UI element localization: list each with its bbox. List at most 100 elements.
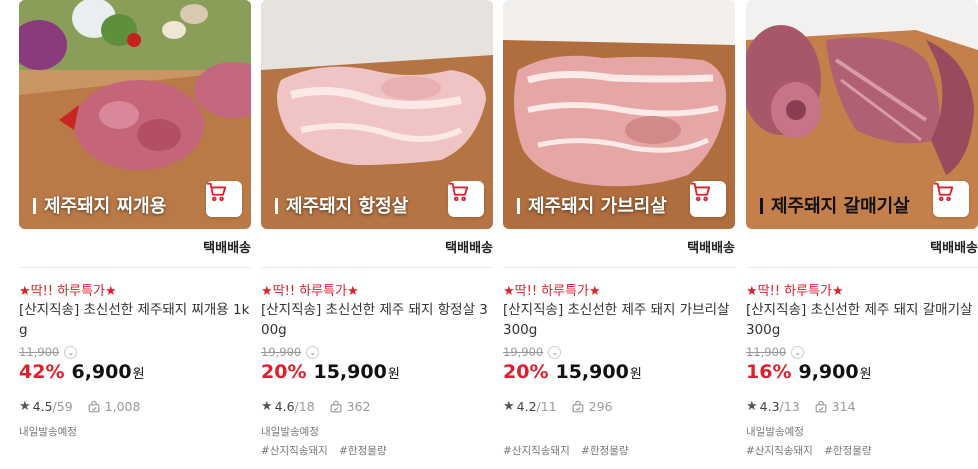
review-count: 13	[783, 399, 800, 414]
add-to-cart-button[interactable]	[448, 181, 484, 217]
shipping-label: 택배배송	[687, 241, 735, 256]
shopping-bag-icon	[815, 400, 827, 412]
star-icon: ★	[503, 399, 515, 414]
review-count: 11	[540, 399, 557, 414]
product-image[interactable]: 제주돼지 가브리살	[503, 0, 735, 229]
product-image[interactable]: 제주돼지 갈매기살	[746, 0, 978, 229]
tag[interactable]: #산지직송돼지	[746, 445, 813, 457]
product-name[interactable]: [산지직송] 초신선한 제주 돼지 항정살 300g	[261, 300, 493, 340]
tag[interactable]: #산지직송돼지	[261, 445, 328, 457]
purchase-count: 296	[588, 399, 613, 414]
rating-row: ★ 4.6 / 18 362	[261, 399, 371, 414]
purchase-count: 1,008	[104, 399, 141, 414]
original-price-row: 11,900 ⌄	[746, 345, 805, 359]
purchase-count: 314	[831, 399, 856, 414]
sale-price: 9,900	[798, 361, 859, 383]
rating-row: ★ 4.3 / 13 314	[746, 399, 856, 414]
shopping-bag-icon	[572, 400, 584, 412]
shipping-label: 택배배송	[203, 241, 251, 256]
chevron-down-icon[interactable]: ⌄	[64, 345, 78, 359]
sale-price: 6,900	[71, 361, 132, 383]
rating-row: ★ 4.5 / 59 1,008	[19, 399, 141, 414]
discount-rate: 16%	[746, 361, 792, 383]
price-row: 20% 15,900 원	[261, 361, 400, 383]
chevron-down-icon[interactable]: ⌄	[791, 345, 805, 359]
product-name[interactable]: [산지직송] 초신선한 제주 돼지 가브리살 300g	[503, 300, 735, 340]
product-card[interactable]: 제주돼지 찌개용 택배배송 ★딱!! 하루특가★ [산지직송] 초신선한 제주돼…	[19, 0, 251, 469]
product-image[interactable]: 제주돼지 찌개용	[19, 0, 251, 229]
add-to-cart-button[interactable]	[933, 181, 969, 217]
thumb-title: 제주돼지 가브리살	[517, 192, 667, 218]
sale-price: 15,900	[555, 361, 629, 383]
star-icon: ★	[261, 399, 273, 414]
price-row: 42% 6,900 원	[19, 361, 145, 383]
product-grid: 제주돼지 찌개용 택배배송 ★딱!! 하루특가★ [산지직송] 초신선한 제주돼…	[0, 0, 978, 469]
shipping-label: 택배배송	[930, 241, 978, 256]
price-row: 16% 9,900 원	[746, 361, 872, 383]
original-price-row: 19,900 ⌄	[261, 345, 320, 359]
promo-text: ★딱!! 하루특가★	[746, 284, 844, 299]
sale-price: 15,900	[313, 361, 387, 383]
rating-value: 4.2	[516, 399, 537, 414]
original-price: 11,900	[19, 345, 60, 359]
cart-icon	[690, 182, 711, 202]
discount-rate: 42%	[19, 361, 65, 383]
product-name[interactable]: [산지직송] 초신선한 제주돼지 찌개용 1kg	[19, 300, 251, 340]
delivery-info: 내일발송예정	[19, 426, 77, 438]
delivery-info: 내일발송예정	[261, 426, 319, 438]
tag[interactable]: #한정물량	[824, 445, 871, 457]
cart-icon	[448, 182, 469, 202]
chevron-down-icon[interactable]: ⌄	[306, 345, 320, 359]
original-price: 19,900	[261, 345, 302, 359]
promo-text: ★딱!! 하루특가★	[19, 284, 117, 299]
original-price-row: 11,900 ⌄	[19, 345, 78, 359]
divider	[261, 267, 493, 268]
original-price: 11,900	[746, 345, 787, 359]
currency: 원	[132, 367, 145, 382]
divider	[746, 267, 978, 268]
product-card[interactable]: 제주돼지 항정살 택배배송 ★딱!! 하루특가★ [산지직송] 초신선한 제주 …	[261, 0, 493, 469]
rating-value: 4.5	[32, 399, 53, 414]
tag-list: #산지직송돼지 #한정물량	[261, 443, 395, 458]
rating-row: ★ 4.2 / 11 296	[503, 399, 613, 414]
product-card[interactable]: 제주돼지 갈매기살 택배배송 ★딱!! 하루특가★ [산지직송] 초신선한 제주…	[746, 0, 978, 469]
rating-value: 4.3	[759, 399, 780, 414]
currency: 원	[629, 367, 642, 382]
discount-rate: 20%	[261, 361, 307, 383]
tag[interactable]: #한정물량	[339, 445, 386, 457]
product-name[interactable]: [산지직송] 초신선한 제주 돼지 갈매기살 300g	[746, 300, 978, 340]
thumb-title: 제주돼지 항정살	[275, 192, 408, 218]
discount-rate: 20%	[503, 361, 549, 383]
add-to-cart-button[interactable]	[206, 181, 242, 217]
product-image[interactable]: 제주돼지 항정살	[261, 0, 493, 229]
shopping-bag-icon	[88, 400, 100, 412]
promo-text: ★딱!! 하루특가★	[261, 284, 359, 299]
currency: 원	[387, 367, 400, 382]
divider	[503, 267, 735, 268]
price-row: 20% 15,900 원	[503, 361, 642, 383]
thumb-title: 제주돼지 갈매기살	[760, 192, 910, 218]
divider	[19, 267, 251, 268]
star-icon: ★	[746, 399, 758, 414]
original-price-row: 19,900 ⌄	[503, 345, 562, 359]
tag-list: #산지직송돼지 #한정물량	[503, 443, 637, 458]
purchase-count: 362	[346, 399, 371, 414]
rating-value: 4.6	[274, 399, 295, 414]
chevron-down-icon[interactable]: ⌄	[548, 345, 562, 359]
currency: 원	[859, 367, 872, 382]
shipping-label: 택배배송	[445, 241, 493, 256]
star-icon: ★	[19, 399, 31, 414]
tag-list: #산지직송돼지 #한정물량	[746, 443, 880, 458]
promo-text: ★딱!! 하루특가★	[503, 284, 601, 299]
cart-icon	[206, 182, 227, 202]
tag[interactable]: #산지직송돼지	[503, 445, 570, 457]
review-count: 18	[298, 399, 315, 414]
tag[interactable]: #한정물량	[581, 445, 628, 457]
thumb-title: 제주돼지 찌개용	[33, 192, 166, 218]
review-count: 59	[56, 399, 73, 414]
add-to-cart-button[interactable]	[690, 181, 726, 217]
original-price: 19,900	[503, 345, 544, 359]
cart-icon	[933, 182, 954, 202]
product-card[interactable]: 제주돼지 가브리살 택배배송 ★딱!! 하루특가★ [산지직송] 초신선한 제주…	[503, 0, 735, 469]
shopping-bag-icon	[330, 400, 342, 412]
